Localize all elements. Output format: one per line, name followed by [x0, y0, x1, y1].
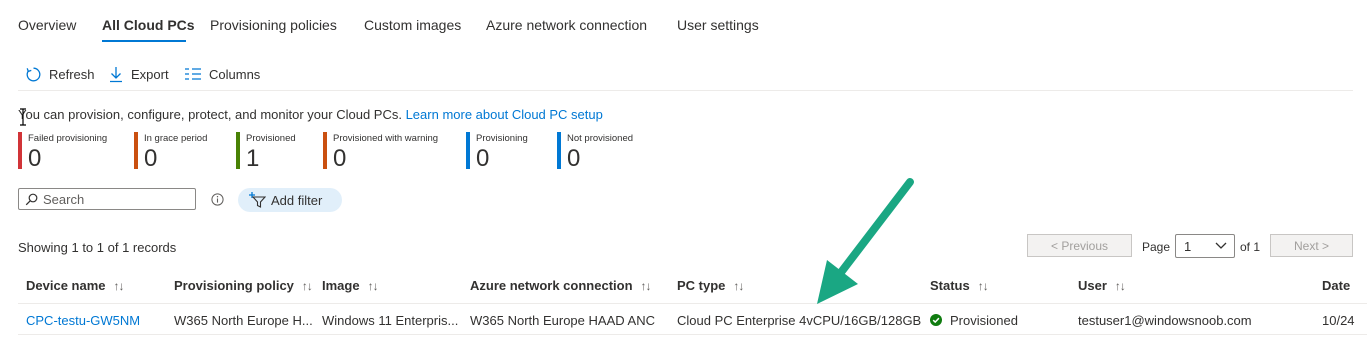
column-header-image[interactable]: Image ↑↓: [322, 278, 379, 293]
add-filter-icon: [249, 192, 266, 208]
column-header-provisioning-policy[interactable]: Provisioning policy ↑↓: [174, 278, 313, 293]
refresh-icon: [26, 67, 41, 81]
tab-custom-images[interactable]: Custom images: [364, 17, 461, 33]
cell-network-connection: W365 North Europe HAAD ANC: [470, 313, 655, 328]
tab-all-cloud-pcs[interactable]: All Cloud PCs: [102, 17, 195, 33]
search-box[interactable]: [18, 188, 196, 210]
column-header-label: Azure network connection: [470, 278, 633, 293]
tab-user-settings[interactable]: User settings: [677, 17, 759, 33]
tile-count: 0: [476, 145, 490, 172]
tile-provisioned[interactable]: Provisioned 1: [236, 132, 316, 172]
device-name-link[interactable]: CPC-testu-GW5NM: [26, 313, 140, 328]
refresh-button[interactable]: Refresh: [25, 64, 95, 84]
tile-count: 0: [567, 145, 581, 172]
tile-label: Provisioned with warning: [333, 133, 439, 144]
export-label: Export: [131, 66, 169, 82]
column-header-label: Provisioning policy: [174, 278, 294, 293]
tile-label: In grace period: [144, 133, 208, 144]
active-tab-indicator: [102, 40, 186, 42]
cell-provisioning-policy: W365 North Europe H...: [174, 313, 313, 328]
column-header-azure-network-connection[interactable]: Azure network connection ↑↓: [470, 278, 652, 293]
sort-icon: ↑↓: [640, 278, 652, 293]
chevron-down-icon: [1215, 242, 1227, 249]
column-header-device-name[interactable]: Device name ↑↓: [26, 278, 125, 293]
cell-user: testuser1@windowsnoob.com: [1078, 313, 1252, 328]
columns-icon: [185, 68, 201, 80]
tab-overview[interactable]: Overview: [18, 17, 76, 33]
learn-more-link[interactable]: Learn more about Cloud PC setup: [406, 107, 603, 122]
cell-date: 10/24: [1322, 313, 1355, 328]
column-header-label: PC type: [677, 278, 726, 293]
next-page-button[interactable]: Next >: [1270, 234, 1353, 257]
page-label: Page: [1142, 240, 1171, 254]
intro-description: You can provision, configure, protect, a…: [18, 107, 402, 122]
columns-button[interactable]: Columns: [184, 64, 260, 84]
checkmark-circle-icon: [930, 314, 942, 326]
tile-count: 0: [333, 145, 347, 172]
info-icon[interactable]: [211, 193, 224, 206]
page-select-value: 1: [1184, 239, 1192, 254]
tile-not-provisioned[interactable]: Not provisioned 0: [557, 132, 647, 172]
page-total-label: of 1: [1240, 240, 1261, 254]
tile-label: Not provisioned: [567, 133, 634, 144]
tile-color-bar: [18, 132, 22, 169]
sort-icon: ↑↓: [367, 278, 379, 293]
row-divider: [18, 334, 1367, 335]
tile-color-bar: [134, 132, 138, 169]
sort-icon: ↑↓: [977, 278, 989, 293]
text-cursor-icon: [20, 108, 26, 126]
column-header-label: User: [1078, 278, 1107, 293]
tile-label: Provisioning: [476, 133, 528, 144]
tile-count: 0: [28, 145, 42, 172]
search-input[interactable]: [43, 191, 191, 207]
column-header-status[interactable]: Status ↑↓: [930, 278, 989, 293]
sort-icon: ↑↓: [113, 278, 125, 293]
column-header-user[interactable]: User ↑↓: [1078, 278, 1126, 293]
column-header-pc-type[interactable]: PC type ↑↓: [677, 278, 744, 293]
tile-color-bar: [557, 132, 561, 169]
cell-pc-type: Cloud PC Enterprise 4vCPU/16GB/128GB: [677, 313, 922, 328]
tile-color-bar: [323, 132, 327, 169]
tile-count: 0: [144, 145, 158, 172]
tile-label: Failed provisioning: [28, 133, 108, 144]
download-icon: [110, 66, 122, 82]
sort-icon: ↑↓: [1114, 278, 1126, 293]
tile-in-grace-period[interactable]: In grace period 0: [134, 132, 229, 172]
annotation-arrow-icon: [817, 178, 914, 304]
export-button[interactable]: Export: [108, 64, 169, 84]
column-header-label: Image: [322, 278, 360, 293]
tab-azure-network-connection[interactable]: Azure network connection: [486, 17, 647, 33]
column-header-label: Device name: [26, 278, 106, 293]
intro-text: You can provision, configure, protect, a…: [18, 107, 603, 122]
tile-label: Provisioned: [246, 133, 296, 144]
refresh-label: Refresh: [49, 66, 95, 82]
tile-count: 1: [246, 145, 260, 172]
column-header-label: Status: [930, 278, 970, 293]
tile-failed-provisioning[interactable]: Failed provisioning 0: [18, 132, 128, 172]
add-filter-button[interactable]: Add filter: [238, 188, 342, 212]
cell-status: Provisioned: [930, 313, 1018, 328]
tile-provisioned-with-warning[interactable]: Provisioned with warning 0: [323, 132, 458, 172]
columns-label: Columns: [209, 66, 261, 82]
column-header-date[interactable]: Date: [1322, 278, 1350, 293]
add-filter-label: Add filter: [271, 192, 323, 208]
page-select[interactable]: 1: [1175, 234, 1235, 258]
tab-provisioning-policies[interactable]: Provisioning policies: [210, 17, 337, 33]
search-icon: [25, 193, 38, 206]
column-header-label: Date: [1322, 278, 1351, 293]
header-divider: [18, 303, 1367, 304]
cell-image: Windows 11 Enterpris...: [322, 313, 459, 328]
status-text: Provisioned: [950, 313, 1018, 328]
sort-icon: ↑↓: [733, 278, 744, 293]
records-summary: Showing 1 to 1 of 1 records: [18, 240, 177, 255]
toolbar-divider: [18, 90, 1353, 91]
previous-page-button[interactable]: < Previous: [1027, 234, 1132, 257]
tile-provisioning[interactable]: Provisioning 0: [466, 132, 550, 172]
sort-icon: ↑↓: [301, 278, 313, 293]
tile-color-bar: [236, 132, 240, 169]
tile-color-bar: [466, 132, 470, 169]
